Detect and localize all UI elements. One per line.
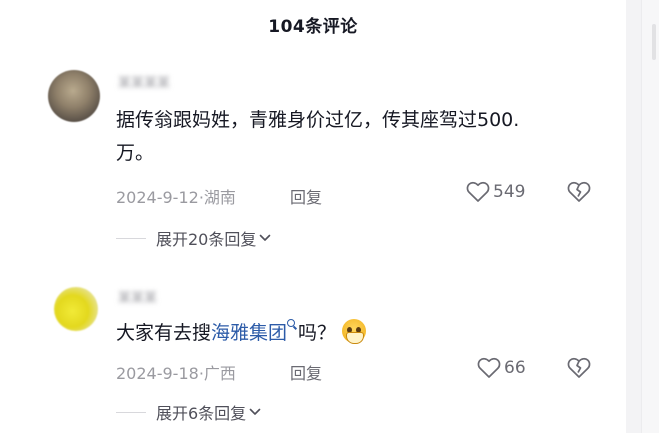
expand-replies-button[interactable]: 展开20条回复 [116,226,271,250]
heart-outline-icon [477,357,501,378]
comment-date: 2024-9-18 [116,364,199,383]
like-count: 549 [493,182,526,202]
like-button[interactable]: 66 [477,357,526,379]
divider [116,411,146,413]
expand-replies-label: 展开6条回复 [156,404,247,423]
dislike-button[interactable] [567,181,591,207]
chevron-down-icon [249,408,261,415]
comment-text: 大家有去搜海雅集团 吗？ [116,317,596,350]
holding-back-tears-emoji-icon [342,319,367,344]
comment-location: 湖南 [203,188,236,207]
expand-replies-label: 展开20条回复 [156,230,257,249]
search-icon[interactable] [287,319,297,331]
comment-text-line: 据传翁跟妈姓，青雅身价过亿，传其座驾过500. [116,109,520,131]
comments-panel: 104条评论 某某某某 据传翁跟妈姓，青雅身价过亿，传其座驾过500. 万。 2… [0,0,626,433]
comments-count-title: 104条评论 [268,17,358,37]
comment-text: 据传翁跟妈姓，青雅身价过亿，传其座驾过500. 万。 [116,104,596,170]
avatar[interactable] [54,287,98,331]
comment-username[interactable]: 某某某某 [118,72,170,91]
divider [116,237,146,239]
side-scroll-area[interactable] [641,0,659,433]
comment-text-line: 万。 [116,142,155,164]
comment-meta: 2024-9-18·广西 [116,364,236,383]
comment-text-after: 吗？ [298,322,337,344]
like-count: 66 [504,358,526,378]
chevron-down-icon [260,234,271,241]
broken-heart-icon [567,181,591,202]
search-link[interactable]: 海雅集团 [211,322,287,344]
reply-button[interactable]: 回复 [290,184,322,208]
comment-location: 广西 [203,364,236,383]
comment-meta: 2024-9-12·湖南 [116,188,236,207]
avatar[interactable] [48,70,100,122]
comment-username[interactable]: 某某某 [118,287,157,306]
comment-date: 2024-9-12 [116,188,199,207]
comment-text-before: 大家有去搜 [116,322,212,344]
broken-heart-icon [567,357,591,378]
heart-outline-icon [466,181,490,202]
expand-replies-button[interactable]: 展开6条回复 [116,400,261,424]
dislike-button[interactable] [567,357,591,383]
scrollbar-thumb[interactable] [652,24,656,60]
like-button[interactable]: 549 [466,181,525,203]
reply-button[interactable]: 回复 [290,360,322,384]
